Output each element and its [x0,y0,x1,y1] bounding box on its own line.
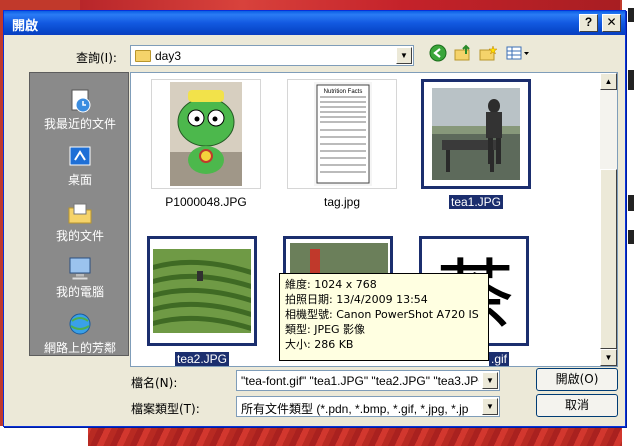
file-thumbnail[interactable]: tea2.JPG [147,236,257,366]
tooltip-size: 大小: 286 KB [285,338,354,351]
keroro-photo [170,82,242,186]
open-file-dialog: 開啟 ? ✕ 查詢(I): day3 ▼ 我最近的文件 桌面 我的文件 我的電腦… [3,10,626,427]
nutrition-label-photo: Nutrition Facts [314,82,372,186]
place-label: 我的文件 [55,229,104,243]
file-thumbnail[interactable]: Nutrition Facts tag.jpg [287,79,397,209]
filename-input[interactable]: "tea-font.gif" "tea1.JPG" "tea2.JPG" "te… [236,370,500,391]
tea-field-photo [153,249,251,333]
chevron-down-icon[interactable]: ▼ [396,47,412,64]
nutrition-facts-text: Nutrition Facts [324,89,363,95]
desktop-icon [65,143,95,171]
cancel-button[interactable]: 取消 [536,394,618,417]
back-arrow-icon[interactable] [427,44,449,66]
chevron-down-icon[interactable]: ▼ [482,398,498,415]
desktop-background-blank [0,426,88,446]
tooltip-dimensions: 維度: 1024 x 768 [285,278,377,291]
filename-value: "tea-font.gif" "tea1.JPG" "tea2.JPG" "te… [241,374,479,388]
help-button[interactable]: ? [579,14,598,32]
tea-garden-statue-photo [432,88,520,180]
place-label: 我的電腦 [55,285,104,299]
file-name: tag.jpg [323,195,361,209]
network-places-icon [65,311,95,339]
tooltip-type: 類型: JPEG 影像 [285,323,366,336]
tea-photo [290,243,388,273]
place-desktop[interactable]: 桌面 [30,143,130,193]
thumbnail-frame [147,236,257,346]
file-name: P1000048.JPG [165,195,247,209]
title-bar[interactable]: 開啟 ? ✕ [4,11,625,35]
scroll-up-button[interactable]: ▲ [600,73,617,90]
background-window-edge [628,195,634,211]
places-bar: 我最近的文件 桌面 我的文件 我的電腦 網路上的芳鄰 [29,72,129,356]
background-window-edge [628,70,634,90]
my-computer-icon [65,255,95,283]
filetype-label: 檔案類型(T): [131,402,200,416]
thumbnail-frame [421,79,531,189]
views-menu-icon[interactable] [504,44,532,66]
file-name: tea2.JPG [174,352,230,366]
background-window-edge [628,230,634,244]
thumbnail-frame: Nutrition Facts [287,79,397,189]
desktop-background-bottom [0,426,640,446]
thumbnail-frame [151,79,261,189]
filetype-select[interactable]: 所有文件類型 (*.pdn, *.bmp, *.gif, *.jpg, *.jp… [236,396,500,417]
file-thumbnail[interactable]: P1000048.JPG [151,79,261,209]
background-window-edge [628,8,634,22]
lookin-label: 查詢(I): [76,51,117,65]
up-folder-icon[interactable] [452,44,474,66]
lookin-value: day3 [155,49,182,63]
folder-icon [135,50,151,62]
filename-label: 檔名(N): [131,376,178,390]
file-name: tea1.JPG [448,195,504,209]
place-recent[interactable]: 我最近的文件 [30,87,130,137]
file-info-tooltip: 維度: 1024 x 768 拍照日期: 13/4/2009 13:54 相機型… [279,273,489,361]
open-button[interactable]: 開啟(O) [536,368,618,391]
place-network[interactable]: 網路上的芳鄰 [30,311,130,361]
place-my-documents[interactable]: 我的文件 [30,199,130,249]
vertical-scrollbar[interactable]: ▲ ▼ [600,73,617,366]
recent-documents-icon [65,87,95,115]
my-documents-icon [65,199,95,227]
tooltip-date: 拍照日期: 13/4/2009 13:54 [285,293,428,306]
place-label: 桌面 [67,173,92,187]
place-my-computer[interactable]: 我的電腦 [30,255,130,305]
place-label: 我最近的文件 [43,117,116,131]
chevron-down-icon[interactable]: ▼ [482,372,498,389]
new-folder-icon[interactable] [477,44,499,66]
tooltip-camera: 相機型號: Canon PowerShot A720 IS [285,308,479,321]
filetype-value: 所有文件類型 (*.pdn, *.bmp, *.gif, *.jpg, *.jp [241,402,469,416]
scroll-down-button[interactable]: ▼ [600,349,617,366]
dialog-title: 開啟 [12,19,39,34]
file-thumbnail[interactable]: tea1.JPG [421,79,531,209]
place-label: 網路上的芳鄰 [43,341,116,355]
scroll-thumb[interactable] [600,169,617,349]
close-button[interactable]: ✕ [602,14,621,32]
lookin-combo[interactable]: day3 ▼ [130,45,414,66]
